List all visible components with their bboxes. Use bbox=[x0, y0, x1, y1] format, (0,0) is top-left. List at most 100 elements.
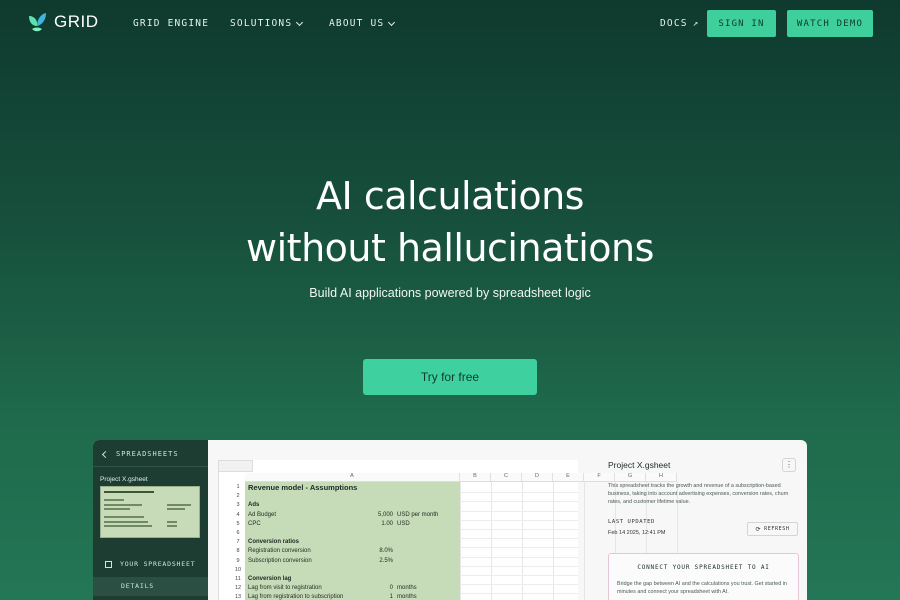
sidebar-divider bbox=[93, 466, 208, 467]
nav-solutions-label: SOLUTIONS bbox=[230, 18, 293, 29]
nav-docs-label: DOCS bbox=[660, 18, 688, 29]
spreadsheet-icon bbox=[105, 560, 112, 568]
sidebar-item-label: YOUR SPREADSHEET bbox=[120, 560, 196, 568]
row-number[interactable]: 3 bbox=[231, 502, 245, 508]
sign-in-button[interactable]: SIGN IN bbox=[707, 10, 776, 37]
cell-label[interactable]: CPC bbox=[248, 521, 261, 527]
cell-label[interactable]: Conversion ratios bbox=[248, 539, 299, 545]
last-updated-label: LAST UPDATED bbox=[608, 519, 655, 525]
grid-row-line bbox=[460, 501, 578, 503]
cell-label[interactable]: Ads bbox=[248, 502, 259, 508]
nav-docs[interactable]: DOCS ↗ bbox=[660, 18, 699, 29]
cell-value[interactable]: 1 bbox=[363, 594, 393, 600]
cell-label[interactable]: Ad Budget bbox=[248, 512, 276, 518]
refresh-icon: ⟳ bbox=[755, 525, 762, 533]
panel-description: This spreadsheet tracks the growth and r… bbox=[608, 483, 789, 505]
grid-logo-icon bbox=[29, 13, 46, 32]
sidebar-item-your-spreadsheet[interactable]: YOUR SPREADSHEET bbox=[105, 560, 195, 568]
sidebar-header[interactable]: SPREADSHEETS bbox=[101, 450, 179, 458]
cell-label[interactable]: Lag from registration to subscription bbox=[248, 594, 343, 600]
cell-value[interactable]: 0 bbox=[363, 585, 393, 591]
formula-bar[interactable] bbox=[218, 460, 253, 472]
grid-column-line bbox=[460, 482, 461, 600]
row-number[interactable]: 12 bbox=[231, 585, 245, 591]
row-number[interactable]: 4 bbox=[231, 512, 245, 518]
top-nav: GRID GRID ENGINE SOLUTIONS ABOUT US DOCS… bbox=[0, 0, 900, 46]
grid-column-line bbox=[491, 482, 492, 600]
cell-unit[interactable]: USD bbox=[397, 521, 410, 527]
refresh-button[interactable]: ⟳ REFRESH bbox=[747, 522, 798, 536]
back-chevron-icon[interactable] bbox=[101, 450, 110, 458]
column-header[interactable]: B bbox=[460, 473, 491, 482]
hero-subtitle: Build AI applications powered by spreads… bbox=[309, 286, 591, 300]
connect-ai-title: CONNECT YOUR SPREADSHEET TO AI bbox=[637, 564, 770, 571]
chevron-down-icon bbox=[296, 18, 304, 26]
row-number[interactable]: 9 bbox=[231, 558, 245, 564]
grid-row-line bbox=[460, 547, 578, 549]
hero-title: AI calculations without hallucinations bbox=[0, 170, 900, 274]
grid-row-line bbox=[460, 584, 578, 586]
row-number[interactable]: 5 bbox=[231, 521, 245, 527]
grid-row-line bbox=[460, 510, 578, 512]
column-header[interactable]: C bbox=[491, 473, 522, 482]
last-updated-value: Feb 14 2025, 12:41 PM bbox=[608, 530, 666, 536]
nav-solutions[interactable]: SOLUTIONS bbox=[230, 18, 304, 29]
watch-demo-button[interactable]: WATCH DEMO bbox=[787, 10, 873, 37]
grid-row-line bbox=[460, 519, 578, 521]
connect-ai-description: Bridge the gap between AI and the calcul… bbox=[617, 581, 787, 595]
sidebar: SPREADSHEETS Project X.gsheet YOUR SPREA… bbox=[93, 440, 208, 600]
grid-row-line bbox=[460, 538, 578, 540]
column-header[interactable]: A bbox=[245, 473, 460, 482]
cell-unit[interactable]: months bbox=[397, 585, 417, 591]
logo[interactable]: GRID bbox=[26, 10, 99, 34]
connect-ai-card[interactable]: CONNECT YOUR SPREADSHEET TO AI Bridge th… bbox=[608, 553, 799, 600]
grid-row-line bbox=[460, 565, 578, 567]
nav-grid-engine-label: GRID ENGINE bbox=[133, 18, 210, 29]
nav-about-us-label: ABOUT US bbox=[329, 18, 385, 29]
cell-label[interactable]: Registration conversion bbox=[248, 548, 311, 554]
cell-label[interactable]: Lag from visit to registration bbox=[248, 585, 322, 591]
row-number[interactable]: 1 bbox=[231, 484, 245, 490]
grid-row-line bbox=[460, 529, 578, 530]
row-number[interactable]: 10 bbox=[231, 567, 245, 573]
sidebar-header-label: SPREADSHEETS bbox=[116, 450, 179, 458]
row-number[interactable]: 11 bbox=[231, 576, 245, 582]
row-number[interactable]: 6 bbox=[231, 530, 245, 536]
cell-label[interactable]: Subscription conversion bbox=[248, 558, 312, 564]
cell-value[interactable]: 5,000 bbox=[363, 512, 393, 518]
external-arrow-icon: ↗ bbox=[692, 18, 700, 29]
chevron-down-icon bbox=[388, 18, 396, 26]
more-options-icon[interactable]: ⋮ bbox=[782, 458, 796, 472]
grid-column-line bbox=[553, 482, 554, 600]
panel-title: Project X.gsheet bbox=[608, 460, 671, 470]
cell-value[interactable]: 2.5% bbox=[363, 558, 393, 564]
cell-label[interactable]: Revenue model - Assumptions bbox=[248, 483, 357, 492]
row-number[interactable]: 2 bbox=[231, 493, 245, 499]
hero-title-line-1: AI calculations bbox=[316, 174, 584, 218]
refresh-label: REFRESH bbox=[764, 526, 790, 532]
nav-grid-engine[interactable]: GRID ENGINE bbox=[133, 18, 209, 29]
grid-column-line bbox=[522, 482, 523, 600]
column-header[interactable]: E bbox=[553, 473, 584, 482]
cell-value[interactable]: 1.00 bbox=[363, 521, 393, 527]
grid-row-line bbox=[460, 492, 578, 494]
cell-unit[interactable]: months bbox=[397, 594, 417, 600]
grid-row-line bbox=[460, 575, 578, 576]
column-header[interactable]: D bbox=[522, 473, 553, 482]
try-for-free-button[interactable]: Try for free bbox=[363, 359, 537, 395]
cell-label[interactable]: Conversion lag bbox=[248, 576, 291, 582]
grid-row-line bbox=[460, 593, 578, 595]
logo-text: GRID bbox=[54, 12, 99, 31]
sidebar-item-label: DETAILS bbox=[121, 582, 154, 590]
cell-unit[interactable]: USD per month bbox=[397, 512, 438, 518]
app-preview: SPREADSHEETS Project X.gsheet YOUR SPREA… bbox=[93, 440, 807, 600]
spreadsheet-thumbnail[interactable] bbox=[100, 486, 200, 538]
grid-row-line bbox=[460, 556, 578, 558]
row-number[interactable]: 13 bbox=[231, 594, 245, 600]
sidebar-project-name: Project X.gsheet bbox=[100, 476, 148, 483]
sidebar-item-details[interactable]: DETAILS bbox=[93, 577, 208, 596]
nav-about-us[interactable]: ABOUT US bbox=[329, 18, 396, 29]
row-number[interactable]: 8 bbox=[231, 548, 245, 554]
row-number[interactable]: 7 bbox=[231, 539, 245, 545]
cell-value[interactable]: 8.0% bbox=[363, 548, 393, 554]
